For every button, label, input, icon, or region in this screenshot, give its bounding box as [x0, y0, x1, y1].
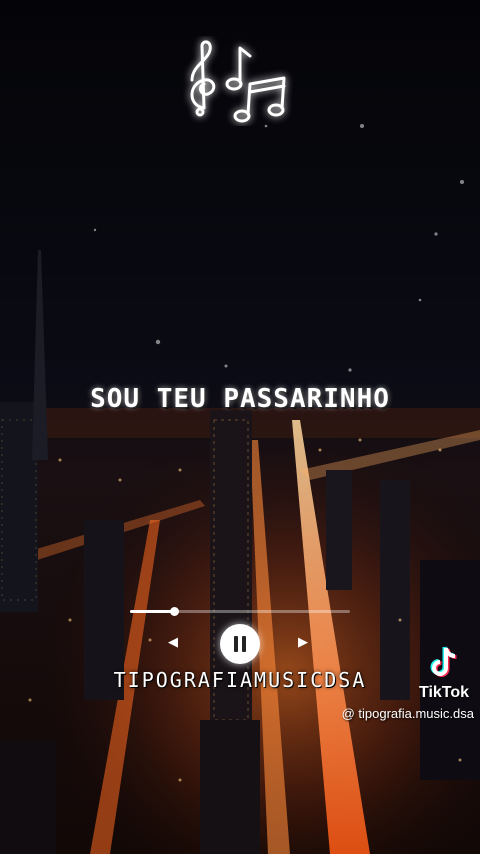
- tiktok-watermark: TikTok: [410, 644, 478, 702]
- progress-fill: [130, 610, 174, 613]
- pause-icon: [242, 636, 246, 652]
- tiktok-logo-icon: [430, 646, 457, 677]
- pause-button[interactable]: [220, 624, 260, 664]
- brand-watermark: TIPOGRAFIAMUSICDSA: [113, 668, 367, 692]
- city-night-background: [0, 0, 480, 854]
- music-notes-icon: [190, 40, 286, 123]
- lyric-text: SOU TEU PASSARINHO: [90, 384, 390, 414]
- tiktok-wordmark: TikTok: [418, 684, 470, 701]
- progress-bar[interactable]: [130, 607, 350, 616]
- account-handle[interactable]: @ tipografia.music.dsa: [342, 706, 474, 721]
- pause-icon: [234, 636, 238, 652]
- skip-forward-icon[interactable]: ▶: [296, 636, 310, 650]
- progress-knob[interactable]: [170, 607, 179, 616]
- skip-back-icon[interactable]: ◀: [166, 636, 180, 650]
